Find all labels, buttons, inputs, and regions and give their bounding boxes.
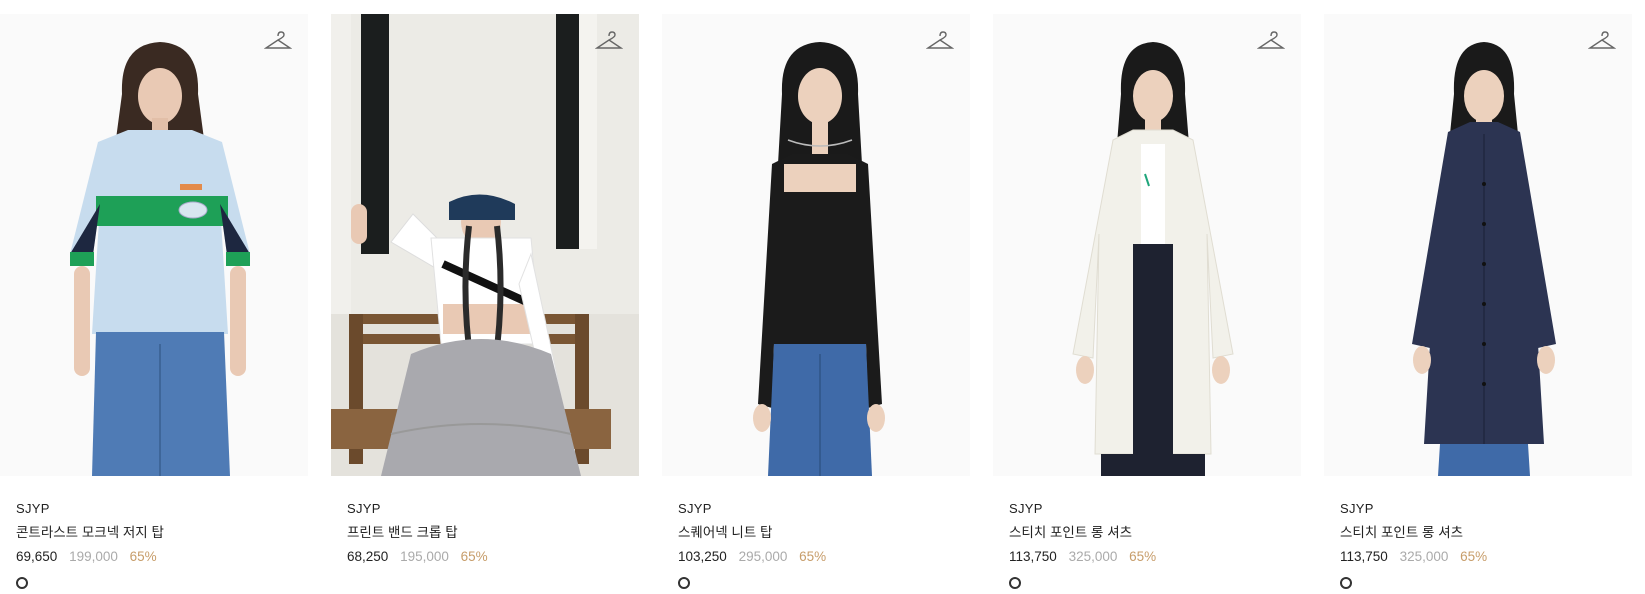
product-name[interactable]: 콘트라스트 모크넥 저지 탑 bbox=[0, 524, 308, 542]
product-photo-illustration bbox=[0, 14, 308, 476]
product-photo-illustration bbox=[331, 14, 639, 476]
product-brand[interactable]: SJYP bbox=[331, 500, 639, 518]
hanger-icon[interactable] bbox=[264, 30, 292, 52]
original-price: 199,000 bbox=[69, 549, 118, 564]
sale-price: 103,250 bbox=[678, 549, 727, 564]
color-swatches bbox=[993, 576, 1301, 589]
sale-price: 69,650 bbox=[16, 549, 58, 564]
color-swatch[interactable] bbox=[678, 577, 690, 589]
original-price: 325,000 bbox=[1399, 549, 1449, 564]
discount-rate: 65% bbox=[129, 549, 157, 564]
original-price: 325,000 bbox=[1068, 549, 1118, 564]
color-swatch[interactable] bbox=[1340, 577, 1352, 589]
discount-rate: 65% bbox=[1460, 549, 1488, 564]
product-image[interactable] bbox=[993, 14, 1301, 476]
sale-price: 113,750 bbox=[1340, 549, 1388, 564]
product-grid: SJYP 콘트라스트 모크넥 저지 탑 69,650 199,000 65% S… bbox=[0, 0, 1645, 589]
product-card[interactable]: SJYP 프린트 밴드 크롭 탑 68,250 195,000 65% bbox=[331, 14, 639, 586]
original-price: 295,000 bbox=[738, 549, 788, 564]
hanger-icon[interactable] bbox=[595, 30, 623, 52]
product-photo-illustration bbox=[1324, 14, 1632, 476]
product-card[interactable]: SJYP 스티치 포인트 롱 셔츠 113,750 325,000 65% bbox=[993, 14, 1301, 589]
product-name[interactable]: 프린트 밴드 크롭 탑 bbox=[331, 524, 639, 542]
discount-rate: 65% bbox=[1129, 549, 1157, 564]
product-prices: 113,750 325,000 65% bbox=[993, 548, 1301, 566]
product-photo-illustration bbox=[993, 14, 1301, 476]
hanger-icon[interactable] bbox=[1588, 30, 1616, 52]
hanger-icon[interactable] bbox=[1257, 30, 1285, 52]
product-prices: 103,250 295,000 65% bbox=[662, 548, 970, 566]
discount-rate: 65% bbox=[460, 549, 488, 564]
color-swatch[interactable] bbox=[16, 577, 28, 589]
color-swatches bbox=[1324, 576, 1632, 589]
product-name[interactable]: 스퀘어넥 니트 탑 bbox=[662, 524, 970, 542]
product-card[interactable]: SJYP 콘트라스트 모크넥 저지 탑 69,650 199,000 65% bbox=[0, 14, 308, 589]
product-image[interactable] bbox=[662, 14, 970, 476]
color-swatch[interactable] bbox=[1009, 577, 1021, 589]
product-image[interactable] bbox=[0, 14, 308, 476]
product-brand[interactable]: SJYP bbox=[993, 500, 1301, 518]
product-card[interactable]: SJYP 스티치 포인트 롱 셔츠 113,750 325,000 65% bbox=[1324, 14, 1632, 589]
product-photo-illustration bbox=[662, 14, 970, 476]
sale-price: 68,250 bbox=[347, 549, 389, 564]
product-card[interactable]: SJYP 스퀘어넥 니트 탑 103,250 295,000 65% bbox=[662, 14, 970, 589]
product-brand[interactable]: SJYP bbox=[0, 500, 308, 518]
color-swatches bbox=[662, 576, 970, 589]
color-swatches bbox=[331, 576, 639, 586]
product-brand[interactable]: SJYP bbox=[1324, 500, 1632, 518]
discount-rate: 65% bbox=[799, 549, 827, 564]
product-image[interactable] bbox=[331, 14, 639, 476]
product-prices: 113,750 325,000 65% bbox=[1324, 548, 1632, 566]
color-swatches bbox=[0, 576, 308, 589]
product-name[interactable]: 스티치 포인트 롱 셔츠 bbox=[1324, 524, 1632, 542]
product-prices: 68,250 195,000 65% bbox=[331, 548, 639, 566]
product-name[interactable]: 스티치 포인트 롱 셔츠 bbox=[993, 524, 1301, 542]
sale-price: 113,750 bbox=[1009, 549, 1057, 564]
product-image[interactable] bbox=[1324, 14, 1632, 476]
original-price: 195,000 bbox=[400, 549, 449, 564]
hanger-icon[interactable] bbox=[926, 30, 954, 52]
product-prices: 69,650 199,000 65% bbox=[0, 548, 308, 566]
product-brand[interactable]: SJYP bbox=[662, 500, 970, 518]
